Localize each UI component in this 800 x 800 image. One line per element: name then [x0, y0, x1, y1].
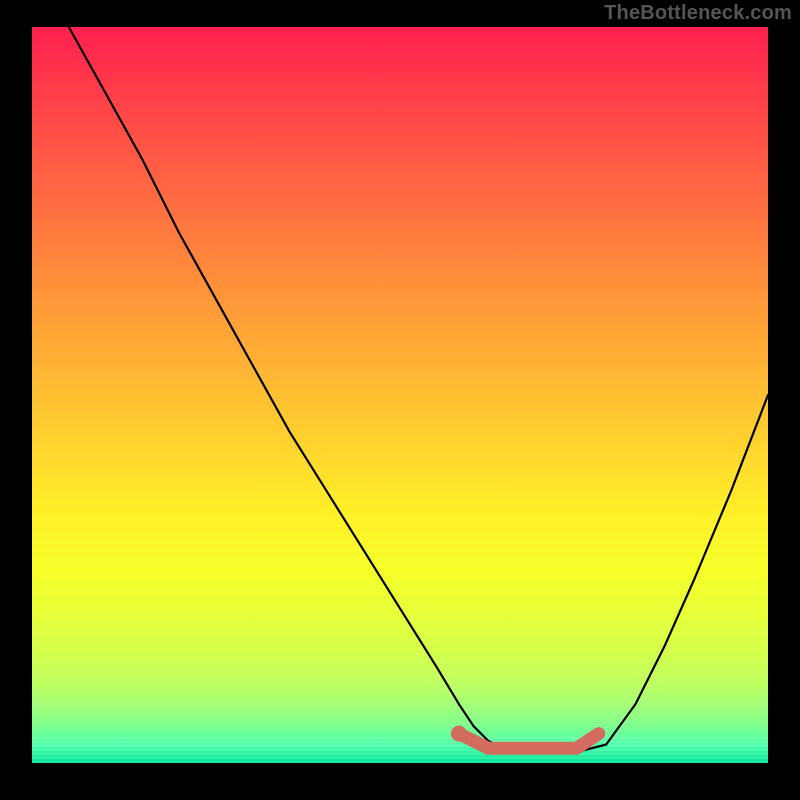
bottleneck-curve	[69, 27, 768, 752]
curve-svg	[32, 27, 768, 763]
optimal-start-dot	[451, 726, 467, 742]
plot-area	[32, 27, 768, 763]
chart-frame: TheBottleneck.com	[0, 0, 800, 800]
optimal-range-marker	[459, 734, 599, 749]
watermark-label: TheBottleneck.com	[604, 2, 792, 25]
